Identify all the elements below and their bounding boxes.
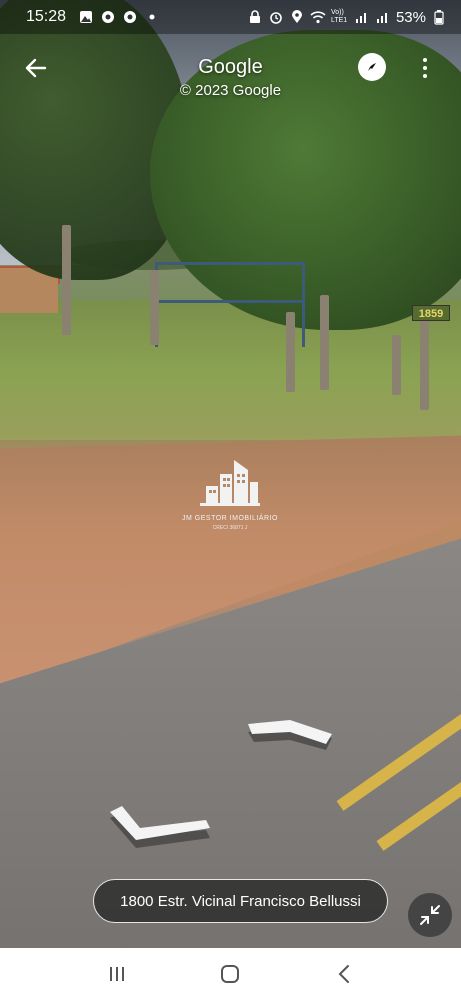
dot-icon — [144, 9, 160, 25]
status-time: 15:28 — [26, 8, 67, 25]
battery-percent: 53% — [395, 8, 426, 26]
exit-fullscreen-button[interactable] — [408, 893, 452, 937]
more-vert-icon — [423, 58, 427, 62]
chrome-icon — [122, 9, 138, 25]
copyright-text: © 2023 Google — [179, 82, 282, 99]
alarm-icon — [268, 9, 284, 25]
house-number-sign: 1859 — [412, 305, 450, 321]
building-logo-icon — [200, 460, 260, 506]
home-button[interactable] — [210, 954, 250, 994]
fence-post — [420, 320, 429, 410]
navigate-forward-arrow[interactable] — [246, 718, 336, 754]
navigate-back-arrow[interactable] — [106, 804, 212, 852]
street-view-panorama[interactable]: 1859 JM GESTOR IMOBILIÁRIO CRECI 36871 J — [0, 0, 461, 948]
fence-post — [62, 225, 71, 335]
status-bar: 15:28 Vo)) LTE1 53% — [0, 0, 461, 34]
recent-apps-button[interactable] — [97, 954, 137, 994]
wifi-icon — [310, 9, 326, 25]
compass-button[interactable] — [358, 53, 386, 81]
fence-post — [392, 335, 401, 395]
watermark-text: JM GESTOR IMOBILIÁRIO — [182, 515, 278, 522]
watermark: JM GESTOR IMOBILIÁRIO CRECI 36871 J — [180, 460, 280, 531]
collapse-icon — [420, 905, 440, 925]
fence-post — [286, 312, 295, 392]
home-icon — [221, 965, 240, 983]
fence-post — [320, 295, 329, 390]
chrome-icon — [100, 9, 116, 25]
signal-icon — [354, 9, 370, 25]
more-options-button[interactable] — [410, 50, 440, 86]
signal-icon — [375, 9, 391, 25]
address-label: 1800 Estr. Vicinal Francisco Bellussi — [120, 892, 361, 910]
location-icon — [289, 9, 305, 25]
system-navigation-bar — [0, 948, 461, 1000]
farm-gate — [155, 262, 305, 347]
battery-icon — [431, 9, 447, 25]
volte-label: Vo)) LTE1 — [330, 9, 348, 24]
watermark-subtext: CRECI 36871 J — [212, 525, 248, 531]
lock-icon — [247, 9, 263, 25]
gate-bar — [155, 300, 305, 303]
gallery-icon — [78, 9, 94, 25]
fence-post — [150, 270, 159, 345]
address-chip[interactable]: 1800 Estr. Vicinal Francisco Bellussi — [93, 879, 388, 923]
chevron-left-icon — [338, 965, 350, 983]
back-nav-button[interactable] — [324, 954, 364, 994]
page-title: Google — [198, 56, 263, 78]
recent-apps-icon — [109, 967, 124, 981]
compass-icon — [368, 63, 376, 71]
